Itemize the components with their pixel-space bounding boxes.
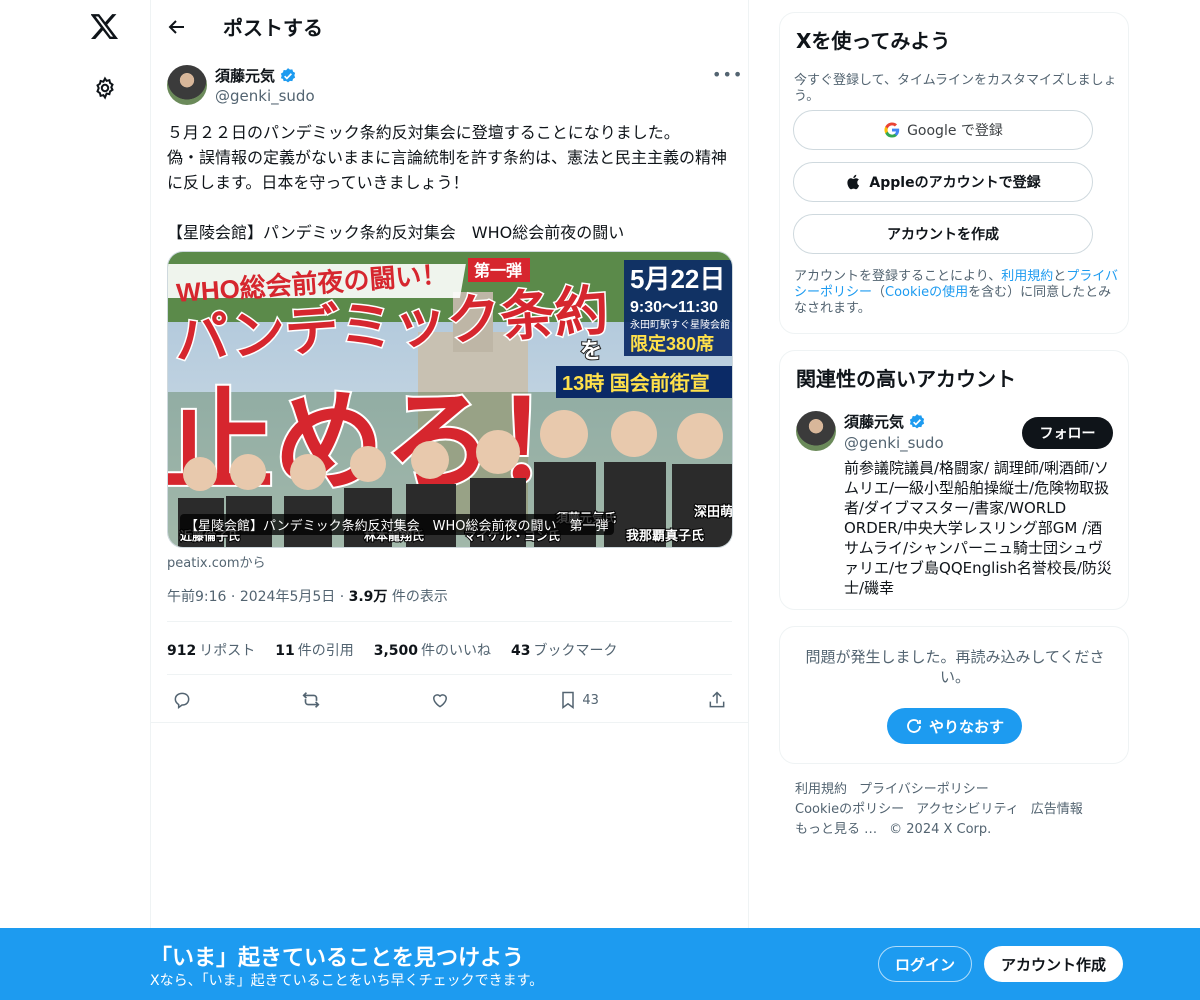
card-name-6: 深田萌 (694, 504, 733, 519)
bookmark-count: 43 (582, 692, 599, 708)
likes-stat[interactable]: 3,500 件のいいね (374, 640, 491, 660)
verified-badge-icon (909, 413, 925, 428)
bookmark-icon (562, 691, 575, 709)
post-text: ５月２２日のパンデミック条約反対集会に登壇することになりました。 偽・誤情報の定… (167, 123, 728, 242)
post-stats: 912 リポスト 11 件の引用 3,500 件のいいね 43 ブックマーク (167, 640, 618, 660)
google-signup-label: Google で登録 (907, 123, 1003, 139)
relevant-name-row[interactable]: 須藤元気 (844, 411, 926, 432)
reposts-stat[interactable]: 912 リポスト (167, 640, 255, 660)
relevant-accounts-panel: 関連性の高いアカウント 須藤元気 @genki_sudo フォロー 前参議院議員… (779, 350, 1129, 610)
author-handle[interactable]: @genki_sudo (215, 87, 315, 105)
apple-signup-button[interactable]: Appleのアカウントで登録 (793, 162, 1093, 202)
create-account-label: アカウントを作成 (887, 227, 999, 243)
gear-icon[interactable] (91, 74, 119, 102)
card-badge-text: 第一弾 (474, 261, 522, 280)
card-time-text: 9:30〜11:30 (630, 299, 718, 316)
login-banner: 「いま」起きていることを見つけよう Xなら、「いま」起きていることをいち早くチェ… (0, 928, 1200, 1000)
terms-mid: （ (872, 285, 886, 300)
retry-label: やりなおす (928, 717, 1004, 736)
footer-link-more[interactable]: もっと見る … (795, 822, 877, 837)
avatar[interactable] (796, 411, 836, 451)
footer-links: 利用規約 プライバシーポリシー Cookieのポリシー アクセシビリティ 広告情報 も… (795, 780, 1115, 840)
relevant-name[interactable]: 須藤元気 (844, 411, 904, 432)
card-caption: 【星陵会館】パンデミック条約反対集会 WHO総会前夜の闘い 第一弾 (180, 514, 614, 535)
main-column: ポストする 須藤元気 @genki_sudo ••• ５月２２日のパンデミック条… (150, 0, 749, 1000)
post-actions: 43 (167, 686, 732, 714)
back-arrow-icon[interactable] (151, 0, 203, 53)
left-nav (0, 0, 150, 1000)
signup-subtitle: 今すぐ登録して、タイムラインをカスタマイズしましょう。 (794, 73, 1117, 104)
reply-icon (174, 692, 190, 709)
follow-button[interactable]: フォロー (1022, 417, 1113, 449)
card-image: WHO総会前夜の闘い！ 第一弾 パンデミック条約 を 止めろ！ 5月22日 9:… (168, 252, 733, 547)
terms-mid: と (1053, 269, 1067, 284)
apple-icon (847, 174, 860, 190)
post-meta: 午前9:16 · 2024年5月5日 · 3.9万 件の表示 (167, 589, 448, 605)
views-count: 3.9万 (348, 589, 388, 605)
footer-link-cookies[interactable]: Cookieのポリシー (795, 802, 904, 817)
page-header: ポストする (151, 0, 748, 53)
card-particle-text: を (580, 338, 602, 363)
share-icon (709, 691, 725, 708)
relevant-handle[interactable]: @genki_sudo (844, 434, 944, 452)
more-options-icon[interactable]: ••• (712, 65, 742, 85)
post-author: 須藤元気 @genki_sudo ••• (167, 65, 742, 107)
footer-link-accessibility[interactable]: アクセシビリティ (916, 802, 1019, 817)
relevant-bio: 前参議院議員/格闘家/ 調理師/唎酒師/ソムリエ/一級小型船舶操縦士/危険物取扱… (844, 459, 1112, 597)
google-signup-button[interactable]: Google で登録 (793, 110, 1093, 150)
error-message: 問題が発生しました。再読み込みしてください。 (805, 648, 1105, 686)
divider (151, 722, 748, 723)
author-name[interactable]: 須藤元気 (215, 65, 275, 86)
post-time[interactable]: 午前9:16 (167, 589, 226, 605)
banner-subtitle: Xなら、「いま」起きていることをいち早くチェックできます。 (150, 973, 544, 989)
bookmarks-stat: 43 ブックマーク (511, 643, 618, 659)
link-card[interactable]: WHO総会前夜の闘い！ 第一弾 パンデミック条約 を 止めろ！ 5月22日 9:… (167, 251, 733, 548)
verified-badge-icon (280, 67, 296, 82)
retry-button[interactable]: やりなおす (887, 708, 1022, 744)
banner-title: 「いま」起きていることを見つけよう (150, 946, 525, 971)
copyright: © 2024 X Corp. (889, 822, 992, 837)
reply-button[interactable] (172, 690, 192, 710)
terms-text: アカウントを登録することにより、利用規約とプライバシーポリシー（Cookieの使… (794, 269, 1119, 317)
divider (167, 621, 732, 622)
refresh-icon (907, 719, 921, 733)
signup-title: Xを使ってみよう (796, 29, 951, 53)
repost-icon (302, 692, 320, 708)
apple-signup-label: Appleのアカウントで登録 (869, 175, 1041, 191)
bookmark-button[interactable]: 43 (558, 690, 599, 710)
google-icon (884, 122, 900, 138)
x-logo-icon[interactable] (89, 11, 121, 43)
divider (167, 674, 732, 675)
footer-link-ads[interactable]: 広告情報 (1031, 802, 1083, 817)
card-source[interactable]: peatix.comから (167, 552, 266, 571)
card-rally-text: 13時 国会前街宣 (562, 371, 710, 395)
author-name-row[interactable]: 須藤元気 (215, 65, 297, 86)
share-button[interactable] (707, 690, 727, 710)
card-venue-text: 永田町駅すぐ星陵会館 (630, 318, 730, 331)
footer-link-privacy[interactable]: プライバシーポリシー (859, 782, 989, 797)
avatar[interactable] (167, 65, 207, 105)
terms-pre: アカウントを登録することにより、 (794, 269, 1002, 284)
views-label: 件の表示 (391, 589, 448, 605)
signup-button[interactable]: アカウント作成 (984, 946, 1123, 982)
cookie-link[interactable]: Cookieの使用 (885, 285, 968, 300)
signup-panel: Xを使ってみよう 今すぐ登録して、タイムラインをカスタマイズしましょう。 Goo… (779, 12, 1129, 334)
card-name-5: 我那覇真子氏 (626, 528, 704, 543)
card-limit-text: 限定380席 (630, 333, 714, 354)
footer-link-terms[interactable]: 利用規約 (795, 782, 847, 797)
create-account-button[interactable]: アカウントを作成 (793, 214, 1093, 254)
page-title: ポストする (223, 16, 323, 40)
heart-icon (433, 694, 448, 708)
repost-button[interactable] (300, 689, 322, 711)
card-date-text: 5月22日 (630, 264, 725, 294)
error-panel: 問題が発生しました。再読み込みしてください。 やりなおす (779, 626, 1129, 764)
quotes-stat[interactable]: 11 件の引用 (275, 640, 353, 660)
relevant-title: 関連性の高いアカウント (796, 367, 1016, 391)
terms-link[interactable]: 利用規約 (1001, 269, 1053, 284)
login-button[interactable]: ログイン (878, 946, 972, 982)
post-date[interactable]: 2024年5月5日 (240, 589, 335, 605)
like-button[interactable] (430, 690, 450, 710)
